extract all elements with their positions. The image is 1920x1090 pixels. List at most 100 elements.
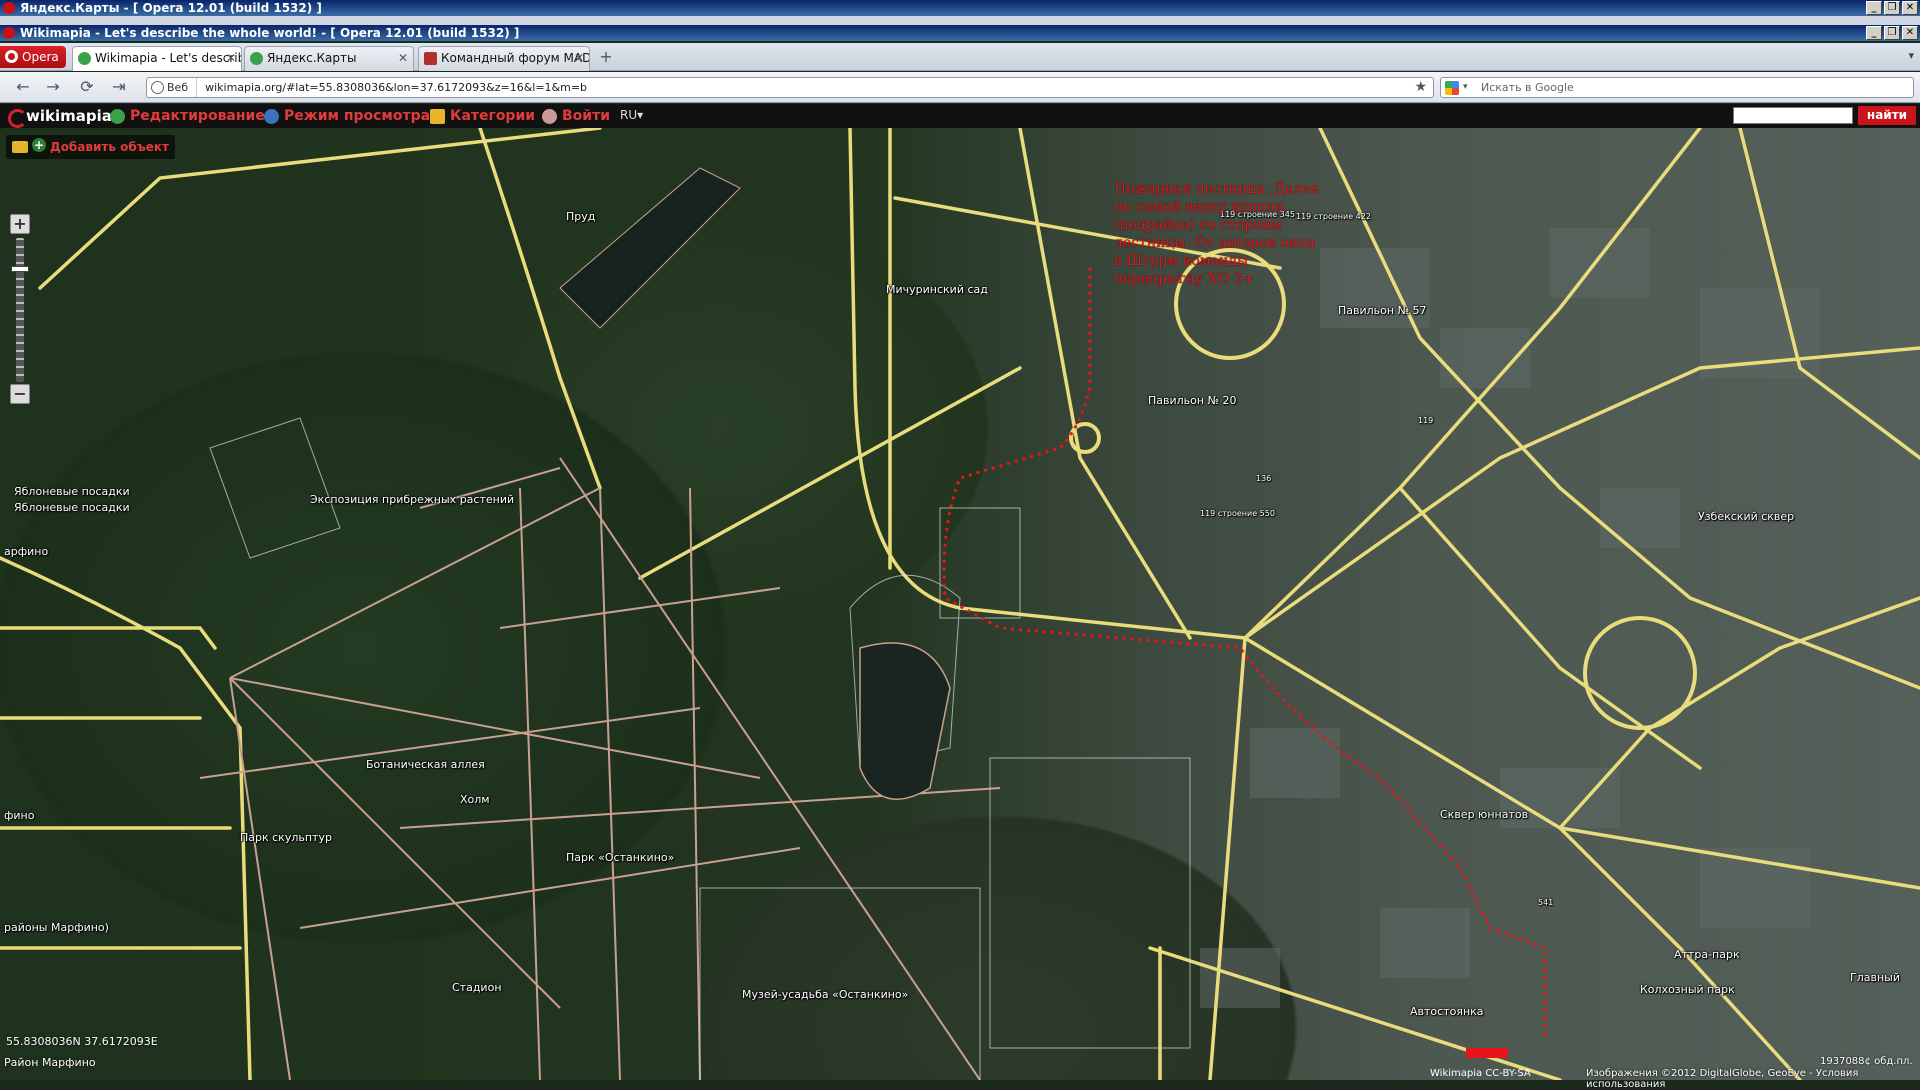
label-house-136[interactable]: 136 (1256, 474, 1271, 483)
tab-list-chevron-icon[interactable]: ▾ (1908, 49, 1914, 62)
back-button[interactable]: ← (12, 77, 34, 97)
outer-minimize-button[interactable]: _ (1866, 1, 1882, 15)
zoom-out-button[interactable]: − (10, 384, 30, 404)
add-object-button[interactable]: Добавить объект (32, 138, 169, 154)
label-holm[interactable]: Холм (460, 793, 490, 806)
label-pavilion-20[interactable]: Павильон № 20 (1148, 394, 1237, 407)
label-rayony[interactable]: районы Марфино) (4, 921, 109, 934)
label-botanic[interactable]: Ботаническая аллея (366, 758, 485, 771)
zoom-in-button[interactable]: + (10, 214, 30, 234)
map-toolbar: Добавить объект (6, 135, 176, 159)
label-prud[interactable]: Пруд (566, 210, 595, 223)
new-tab-button[interactable]: + (596, 49, 616, 67)
opera-menu-button[interactable]: Opera (0, 46, 66, 68)
label-museum[interactable]: Музей-усадьба «Останкино» (742, 988, 908, 1001)
label-expo[interactable]: Экспозиция прибрежных растений (310, 493, 514, 506)
view-mode-link[interactable]: Режим просмотра (264, 107, 430, 125)
license-text[interactable]: Wikimapia CC-BY-SA (1430, 1068, 1531, 1079)
label-skver-yunnatov[interactable]: Сквер юннатов (1440, 808, 1528, 821)
scale-readout: 1937088¢ обд.пл. (1820, 1056, 1913, 1067)
tab-forum[interactable]: Командный форум MAD... ✕ (418, 46, 590, 71)
login-link[interactable]: Войти (542, 107, 610, 125)
label-avtostoyanka[interactable]: Автостоянка (1410, 1005, 1484, 1018)
label-glavny[interactable]: Главный (1850, 971, 1900, 984)
coordinates-readout: 55.8308036N 37.6172093E (6, 1035, 158, 1048)
label-stadion[interactable]: Стадион (452, 981, 502, 994)
bookmark-star-icon[interactable]: ★ (1414, 78, 1427, 97)
yandex-favicon-icon (250, 52, 263, 65)
imagery-copyright[interactable]: Изображения ©2012 DigitalGlobe, GeoEye -… (1586, 1068, 1920, 1090)
outer-window-titlebar: Яндекс.Карты - [ Opera 12.01 (build 1532… (0, 0, 1920, 16)
label-park-sculpt[interactable]: Парк скульптур (240, 831, 332, 844)
wikimapia-search-input[interactable] (1733, 107, 1853, 124)
view-mode-label: Режим просмотра (284, 108, 431, 124)
address-url[interactable]: wikimapia.org/#lat=55.8308036&lon=37.617… (197, 81, 587, 94)
label-kolhozny-park[interactable]: Колхозный парк (1640, 983, 1735, 996)
reload-button[interactable]: ⟳ (76, 77, 98, 97)
address-bar[interactable]: Веб wikimapia.org/#lat=55.8308036&lon=37.… (146, 77, 1434, 98)
opera-logo-icon (5, 50, 18, 63)
inner-window-title: Wikimapia - Let's describe the whole wor… (20, 26, 520, 40)
label-fino[interactable]: фино (4, 809, 34, 822)
zoom-slider-track[interactable] (16, 238, 24, 382)
label-house-541[interactable]: 541 (1538, 898, 1553, 907)
opera-icon (3, 27, 15, 39)
outer-window-title: Яндекс.Карты - [ Opera 12.01 (build 1532… (20, 1, 322, 15)
route-end-marker (1466, 1048, 1508, 1058)
inner-restore-button[interactable]: ❐ (1884, 26, 1900, 40)
building-blocks (1200, 228, 1820, 1008)
label-arfino[interactable]: арфино (4, 545, 48, 558)
inner-window-titlebar: Wikimapia - Let's describe the whole wor… (0, 25, 1920, 41)
language-selector[interactable]: RU▾ (620, 108, 643, 122)
search-placeholder: Искать в Google (1481, 81, 1574, 94)
label-pavilion-57[interactable]: Павильон № 57 (1338, 304, 1427, 317)
label-michurinsky[interactable]: Мичуринский сад (886, 283, 988, 296)
satellite-map[interactable]: Добавить объект + − Пруд Мичуринский сад… (0, 128, 1920, 1080)
inner-minimize-button[interactable]: _ (1866, 26, 1882, 40)
close-tab-icon[interactable]: ✕ (226, 47, 236, 70)
wikimapia-toolbar: wikimapia Редактирование Режим просмотра… (0, 104, 1920, 128)
wikimapia-logo[interactable]: wikimapia (8, 106, 112, 128)
label-building-119-550[interactable]: 119 строение 550 (1200, 509, 1275, 518)
label-house-119[interactable]: 119 (1418, 416, 1433, 425)
wikimapia-favicon-icon (78, 52, 91, 65)
label-yablonevye-2[interactable]: Яблоневые посадки (14, 501, 130, 514)
user-icon (542, 109, 557, 124)
close-tab-icon[interactable]: ✕ (398, 47, 408, 70)
categories-icon (430, 109, 445, 124)
categories-link[interactable]: Категории (430, 107, 535, 125)
route-annotation: Пожарная лестница. Далее по самой верху … (1114, 181, 1319, 287)
categories-label: Категории (450, 108, 536, 124)
tab-wikimapia[interactable]: Wikimapia - Let's describ... ✕ (72, 46, 242, 71)
district-readout: Район Марфино (4, 1056, 96, 1069)
label-attra-park[interactable]: Аттра-парк (1674, 948, 1740, 961)
web-badge[interactable]: Веб (147, 78, 198, 97)
outer-restore-button[interactable]: ❐ (1884, 1, 1900, 15)
close-tab-icon[interactable]: ✕ (574, 47, 584, 70)
tab-yandex-maps[interactable]: Яндекс.Карты ✕ (244, 46, 414, 71)
navigation-bar: ← → ⟳ ⇥ Веб wikimapia.org/#lat=55.8308036… (0, 72, 1920, 103)
layers-icon[interactable] (12, 141, 28, 153)
label-uzbek[interactable]: Узбекский сквер (1698, 510, 1794, 523)
tab-label: Яндекс.Карты (267, 51, 357, 65)
edit-mode-link[interactable]: Редактирование (110, 107, 265, 125)
outer-window-controls: _ ❐ ✕ (1866, 1, 1918, 15)
pond (859, 642, 951, 800)
fast-forward-button[interactable]: ⇥ (108, 77, 130, 97)
edit-mode-label: Редактирование (130, 108, 265, 124)
label-park-ostankino[interactable]: Парк «Останкино» (566, 851, 674, 864)
google-search-field[interactable]: ▾ Искать в Google (1440, 77, 1914, 98)
inner-close-button[interactable]: ✕ (1902, 26, 1918, 40)
canal (559, 167, 741, 329)
login-label: Войти (562, 108, 611, 124)
search-engine-dropdown-icon[interactable]: ▾ (1463, 78, 1468, 97)
label-yablonevye-1[interactable]: Яблоневые посадки (14, 485, 130, 498)
background-window-strip (0, 16, 1920, 25)
find-button[interactable]: найти (1858, 106, 1916, 125)
zoom-control: + − (10, 214, 32, 406)
outer-close-button[interactable]: ✕ (1902, 1, 1918, 15)
forward-button[interactable]: → (42, 77, 64, 97)
tab-label: Командный форум MAD... (441, 51, 590, 65)
google-icon (1445, 81, 1459, 95)
zoom-slider-thumb[interactable] (11, 266, 29, 272)
